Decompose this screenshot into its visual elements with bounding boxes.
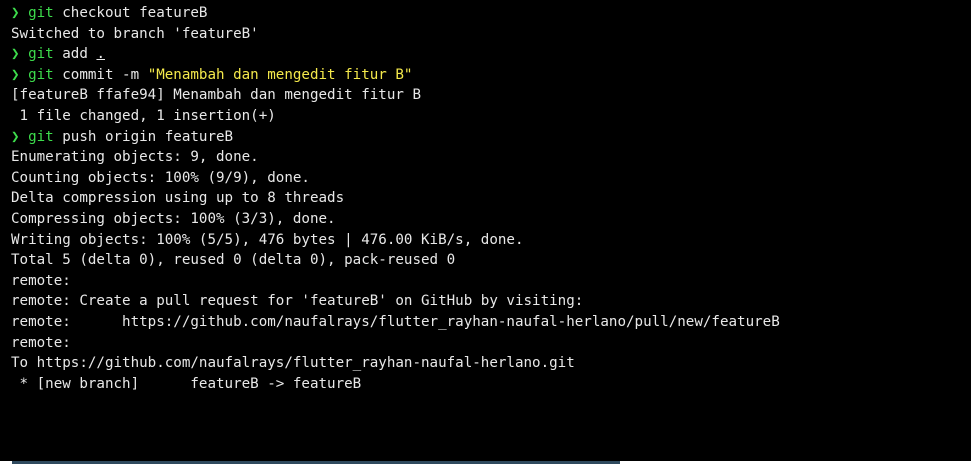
output-line: Delta compression using up to 8 threads: [11, 190, 345, 207]
command-name: git: [28, 5, 54, 21]
command-line-push: ❯ git push origin featureB: [11, 127, 971, 148]
prompt-icon: ❯: [11, 66, 20, 83]
command-line-commit: ❯ git commit -m "Menambah dan mengedit f…: [11, 65, 971, 86]
command-args: checkout featureB: [62, 5, 208, 21]
command-name: git: [28, 66, 54, 83]
command-line-add: ❯ git add .: [11, 44, 971, 65]
command-line-checkout: ❯ git checkout featureB: [11, 3, 971, 24]
output-line: Switched to branch 'featureB': [11, 25, 259, 42]
command-name: git: [28, 128, 54, 145]
output-line: remote:: [11, 272, 71, 289]
output-line: Total 5 (delta 0), reused 0 (delta 0), p…: [11, 252, 456, 269]
output-line: remote: Create a pull request for 'featu…: [11, 293, 584, 310]
terminal-output: ❯ git checkout featureB Switched to bran…: [0, 0, 971, 394]
commit-message-string: "Menambah dan mengedit fitur B": [147, 66, 413, 83]
command-args: push origin featureB: [62, 128, 234, 145]
output-line: remote: https://github.com/naufalrays/fl…: [11, 313, 780, 330]
output-line: To https://github.com/naufalrays/flutter…: [11, 355, 575, 372]
output-line: [featureB ffafe94] Menambah dan mengedit…: [11, 87, 421, 104]
output-line: Compressing objects: 100% (3/3), done.: [11, 210, 336, 227]
output-line: Enumerating objects: 9, done.: [11, 149, 259, 166]
output-line: * [new branch] featureB -> featureB: [11, 375, 362, 392]
command-name: git: [28, 46, 54, 63]
prompt-icon: ❯: [11, 128, 20, 145]
output-line: Writing objects: 100% (5/5), 476 bytes |…: [11, 231, 524, 248]
output-line: 1 file changed, 1 insertion(+): [11, 107, 276, 124]
prompt-icon: ❯: [11, 5, 20, 21]
output-line: Counting objects: 100% (9/9), done.: [11, 169, 310, 186]
prompt-icon: ❯: [11, 46, 20, 63]
command-path-arg: .: [96, 46, 105, 63]
terminal-window[interactable]: ❯ git checkout featureB Switched to bran…: [0, 0, 971, 464]
output-line: remote:: [11, 334, 71, 351]
command-args: commit -m: [62, 66, 140, 83]
command-args: add: [62, 46, 88, 63]
